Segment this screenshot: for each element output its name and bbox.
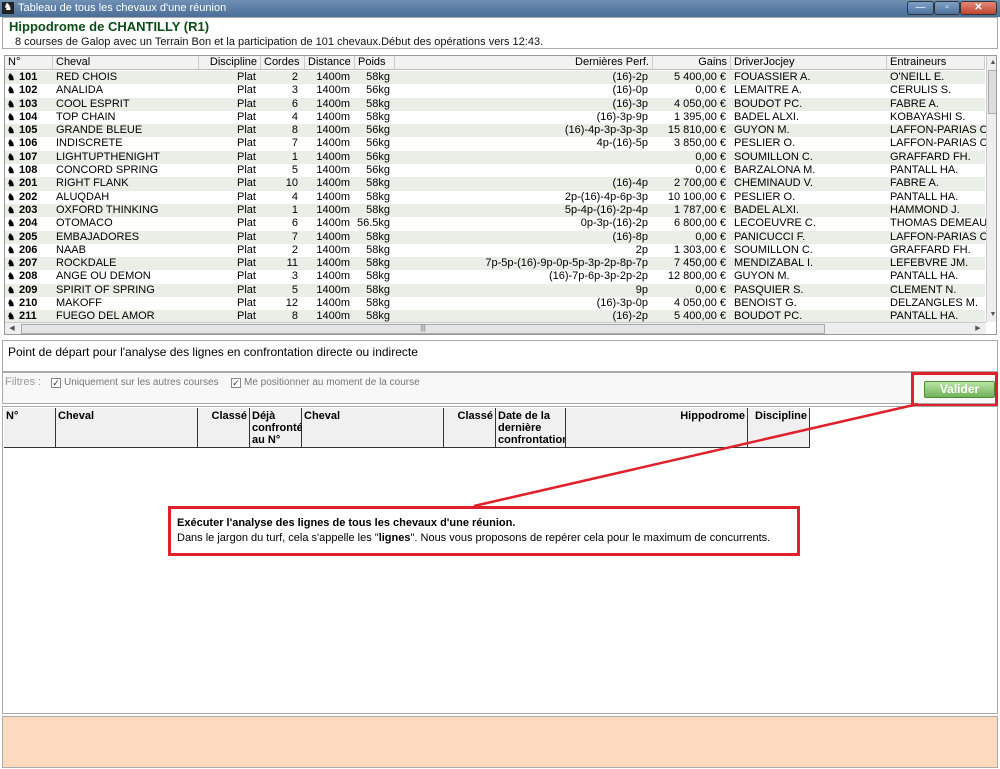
callout-connector-line bbox=[473, 402, 919, 508]
callout-body-end: ". Nous vous proposons de repérer cela p… bbox=[410, 532, 771, 544]
callout-body-start: Dans le jargon du turf, cela s'appelle l… bbox=[177, 532, 379, 544]
help-callout: Exécuter l'analyse des lignes de tous le… bbox=[168, 506, 800, 556]
callout-body-bold: lignes bbox=[378, 532, 411, 544]
status-footer bbox=[2, 716, 998, 768]
callout-title: Exécuter l'analyse des lignes de tous le… bbox=[177, 517, 516, 529]
callout-body: Dans le jargon du turf, cela s'appelle l… bbox=[177, 532, 791, 544]
